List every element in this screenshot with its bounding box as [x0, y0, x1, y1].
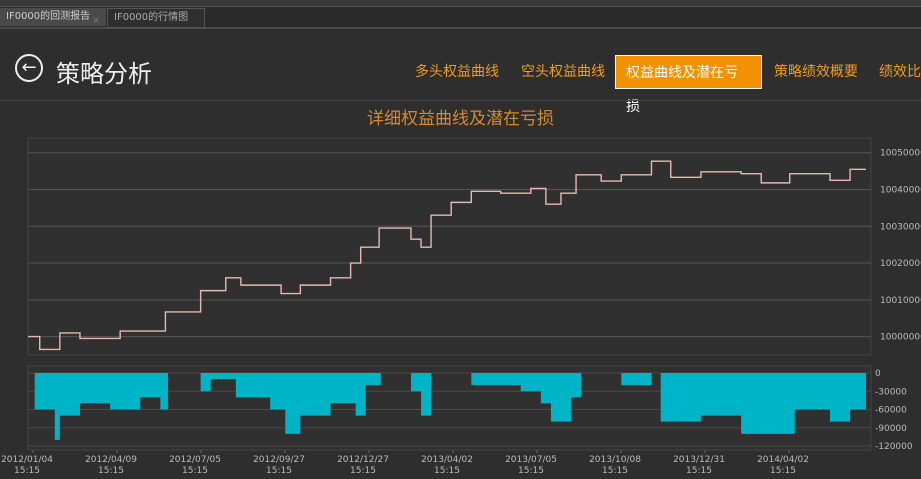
- x-tick-time: 15:15: [182, 466, 208, 476]
- x-tick-time: 15:15: [266, 466, 292, 476]
- y-tick-label: -90000: [875, 424, 907, 434]
- x-tick-time: 15:15: [434, 466, 460, 476]
- x-tick-date: 2012/04/09: [85, 455, 137, 465]
- y-tick-label: -120000: [875, 442, 913, 452]
- x-tick-time: 15:15: [14, 466, 40, 476]
- x-tick-time: 15:15: [770, 466, 796, 476]
- y-tick-label: 0: [875, 369, 881, 379]
- equity-drawdown-chart: 100500000 100400000 100300000 100200000 1001…: [1, 137, 921, 476]
- y-tick-label: 100100000: [880, 296, 921, 306]
- x-tick-date: 2013/12/31: [673, 455, 725, 465]
- y-tick-label: -30000: [875, 387, 907, 397]
- x-tick-time: 15:15: [98, 466, 124, 476]
- x-tick-time: 15:15: [686, 466, 712, 476]
- x-tick-time: 15:15: [350, 466, 376, 476]
- y-tick-label: 100000000: [880, 333, 921, 343]
- x-tick-date: 2013/07/05: [505, 455, 557, 465]
- x-tick-time: 15:15: [602, 466, 628, 476]
- y-tick-label: 100200000: [880, 259, 921, 269]
- x-tick-date: 2012/09/27: [253, 455, 305, 465]
- x-tick-date: 2012/12/27: [337, 455, 389, 465]
- y-tick-label: -60000: [875, 406, 907, 416]
- x-tick-time: 15:15: [518, 466, 544, 476]
- x-tick-date: 2012/07/05: [169, 455, 221, 465]
- x-tick-date: 2014/04/02: [757, 455, 809, 465]
- x-tick-date: 2012/01/04: [1, 455, 53, 465]
- x-tick-date: 2013/10/08: [589, 455, 641, 465]
- y-tick-label: 100400000: [880, 185, 921, 195]
- x-tick-date: 2013/04/02: [421, 455, 473, 465]
- y-tick-label: 100300000: [880, 222, 921, 232]
- y-tick-label: 100500000: [880, 149, 921, 159]
- equity-plot-area: [27, 137, 872, 356]
